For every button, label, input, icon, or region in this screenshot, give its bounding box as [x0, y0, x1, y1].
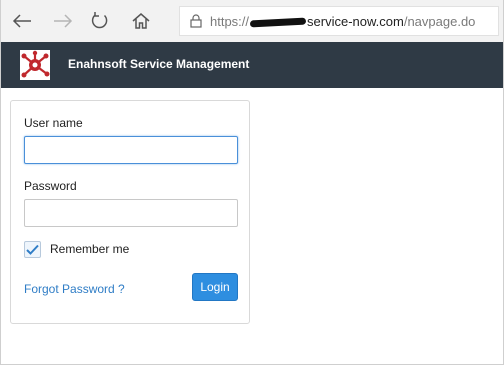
- home-button[interactable]: [128, 8, 154, 34]
- username-label: User name: [24, 116, 83, 130]
- remember-me-label: Remember me: [50, 242, 130, 256]
- lock-icon: [190, 14, 202, 28]
- url-path: /navpage.do: [403, 13, 476, 29]
- password-input[interactable]: [24, 199, 238, 227]
- url-domain: service-now.com: [307, 13, 404, 29]
- url-prefix: https://: [210, 13, 250, 29]
- username-input[interactable]: [24, 136, 238, 164]
- home-icon: [132, 13, 150, 29]
- back-button[interactable]: [9, 8, 35, 34]
- remember-me-checkbox[interactable]: [24, 241, 41, 258]
- redaction-mark: [249, 17, 307, 28]
- forward-button[interactable]: [50, 8, 76, 34]
- app-header: Enahnsoft Service Management: [0, 42, 504, 88]
- forgot-password-link[interactable]: Forgot Password ?: [24, 282, 125, 296]
- login-form: User name Password Remember me Forgot Pa…: [10, 100, 250, 324]
- app-logo: [20, 50, 50, 80]
- app-title: Enahnsoft Service Management: [68, 57, 250, 71]
- refresh-icon: [91, 12, 108, 29]
- forward-arrow-icon: [54, 14, 73, 28]
- back-arrow-icon: [12, 14, 31, 28]
- browser-toolbar: https:// service-now.com/navpage.do: [0, 0, 504, 42]
- network-logo-icon: [21, 50, 50, 78]
- login-button[interactable]: Login: [192, 273, 238, 301]
- page-content: User name Password Remember me Forgot Pa…: [0, 88, 504, 365]
- refresh-button[interactable]: [87, 8, 113, 34]
- password-label: Password: [24, 179, 77, 193]
- address-bar[interactable]: https:// service-now.com/navpage.do: [179, 6, 499, 36]
- url-text: https:// service-now.com/navpage.do: [210, 14, 475, 29]
- checkmark-icon: [26, 244, 39, 255]
